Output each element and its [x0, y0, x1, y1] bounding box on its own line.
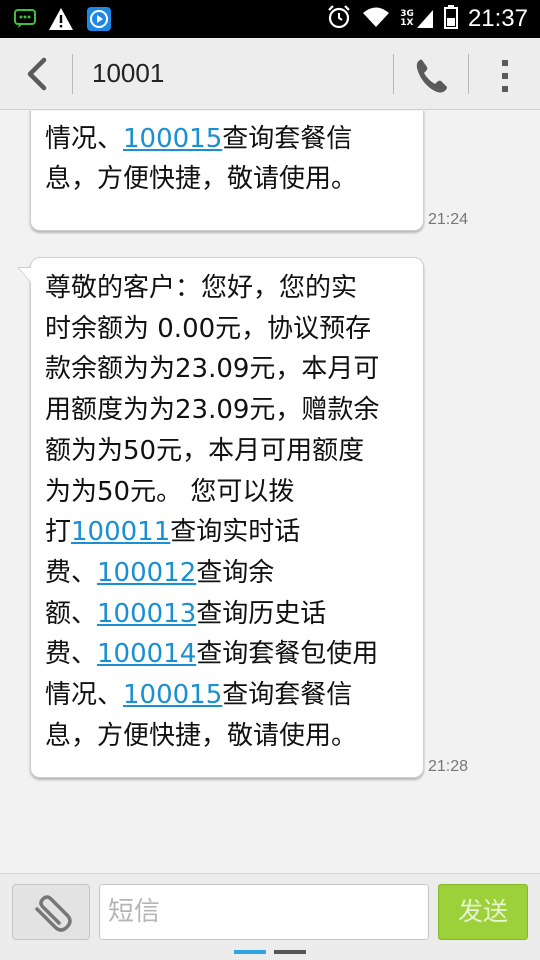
overflow-menu-icon	[502, 60, 508, 92]
message-segment: 查询套餐包使用	[196, 111, 378, 113]
signal-icon: 3G 1X	[400, 9, 434, 29]
header-divider	[72, 54, 73, 94]
message-line: 息，方便快捷，敬请使用。	[45, 159, 409, 200]
message-segment: 用额度为为23.09元，赠款余	[45, 395, 380, 426]
phone-number-link[interactable]: 100015	[123, 124, 222, 154]
message-segment: 费、	[45, 111, 97, 113]
phone-number-link[interactable]: 100014	[97, 639, 196, 669]
message-segment: 时余额为 0.00元，协议预存	[45, 313, 372, 344]
message-line: 费、100014查询套餐包使用	[45, 634, 409, 675]
back-chevron-icon	[27, 57, 47, 91]
network-type-bottom: 1X	[400, 18, 414, 28]
message-line: 费、100014查询套餐包使用	[45, 111, 409, 119]
conversation-header: 10001	[0, 38, 540, 110]
page-indicator-active	[234, 950, 266, 954]
message-segment: 息，方便快捷，敬请使用。	[45, 720, 358, 751]
message-text: 尊敬的客户：您好，您的实 时余额为 0.00元，协议预存 款余额为为23.09元，本…	[45, 268, 409, 756]
phone-icon	[416, 59, 447, 93]
message-segment: 费、	[45, 639, 98, 670]
phone-number-link[interactable]: 100011	[71, 517, 170, 547]
message-segment: 款余额为为23.09元，本月可	[45, 354, 380, 385]
message-segment: 尊敬的客户：您好，您的实	[45, 273, 358, 303]
message-segment: 查询余	[196, 557, 275, 588]
message-line: 情况、100015查询套餐信	[45, 119, 409, 160]
bubble-tail	[19, 268, 31, 282]
system-icons: 3G 1X 21:37	[326, 4, 528, 34]
message-line: 尊敬的客户：您好，您的实	[45, 268, 409, 309]
contact-title: 10001	[92, 58, 165, 88]
message-line: 用额度为为23.09元，赠款余	[45, 390, 409, 431]
message-segment: 打	[45, 517, 72, 548]
back-button[interactable]	[14, 52, 60, 96]
message-segment: 费、	[45, 557, 98, 588]
message-line: 额为为50元，本月可用额度	[45, 431, 409, 472]
paperclip-icon	[35, 895, 72, 932]
message-text: 费、100014查询套餐包使用情况、100015查询套餐信息，方便快捷，敬请使用…	[45, 111, 409, 200]
page-indicator-inactive	[274, 950, 306, 954]
message-segment: 额为为50元，本月可用额度	[45, 435, 365, 466]
message-bubble[interactable]: 尊敬的客户：您好，您的实 时余额为 0.00元，协议预存 款余额为为23.09元，本…	[17, 257, 424, 778]
message-segment: 查询实时话	[170, 517, 301, 548]
message-segment: 息，方便快捷，敬请使用。	[45, 164, 358, 195]
clock: 21:37	[467, 5, 528, 32]
message-timestamp: 21:24	[428, 211, 469, 228]
message-segment: 查询套餐信	[222, 123, 353, 154]
message-timestamp: 21:28	[428, 758, 469, 775]
message-segment: 情况、	[45, 123, 124, 154]
message-thread[interactable]: 费、100014查询套餐包使用情况、100015查询套餐信息，方便快捷，敬请使用…	[0, 111, 540, 873]
attach-button[interactable]	[12, 884, 90, 940]
message-segment: 查询套餐信	[222, 680, 353, 711]
warning-icon	[48, 7, 74, 35]
message-line: 款余额为为23.09元，本月可	[45, 349, 409, 390]
header-divider	[468, 54, 469, 94]
message-segment: 为为50元。 您可以拨	[45, 476, 295, 507]
notification-icons	[14, 6, 112, 36]
call-button[interactable]	[410, 54, 454, 98]
phone-number-link[interactable]: 100014	[97, 111, 196, 113]
message-notification-icon	[14, 9, 36, 33]
phone-number-link[interactable]: 100012	[97, 558, 196, 588]
wifi-icon	[362, 6, 390, 32]
message-line: 为为50元。 您可以拨	[45, 472, 409, 513]
send-button[interactable]: 发送	[438, 884, 528, 940]
message-input[interactable]	[99, 884, 429, 940]
alarm-icon	[326, 4, 352, 34]
message-line: 情况、100015查询套餐信	[45, 675, 409, 716]
phone-number-link[interactable]: 100015	[123, 680, 222, 710]
media-player-icon	[86, 6, 112, 36]
status-bar: 3G 1X 21:37	[0, 0, 540, 38]
message-segment: 情况、	[45, 680, 124, 711]
header-divider	[393, 54, 394, 94]
message-line: 息，方便快捷，敬请使用。	[45, 716, 409, 757]
message-segment: 查询套餐包使用	[196, 639, 379, 670]
composer-bar: 发送	[0, 873, 540, 960]
message-segment: 查询历史话	[196, 598, 327, 629]
phone-number-link[interactable]: 100013	[97, 599, 196, 629]
battery-icon	[443, 5, 458, 33]
overflow-menu-button[interactable]	[490, 54, 520, 98]
message-line: 费、100012查询余	[45, 553, 409, 594]
message-bubble[interactable]: 费、100014查询套餐包使用情况、100015查询套餐信息，方便快捷，敬请使用…	[30, 111, 424, 231]
message-line: 时余额为 0.00元，协议预存	[45, 309, 409, 350]
message-line: 打100011查询实时话	[45, 512, 409, 553]
message-line: 额、100013查询历史话	[45, 594, 409, 635]
message-segment: 额、	[45, 598, 98, 629]
